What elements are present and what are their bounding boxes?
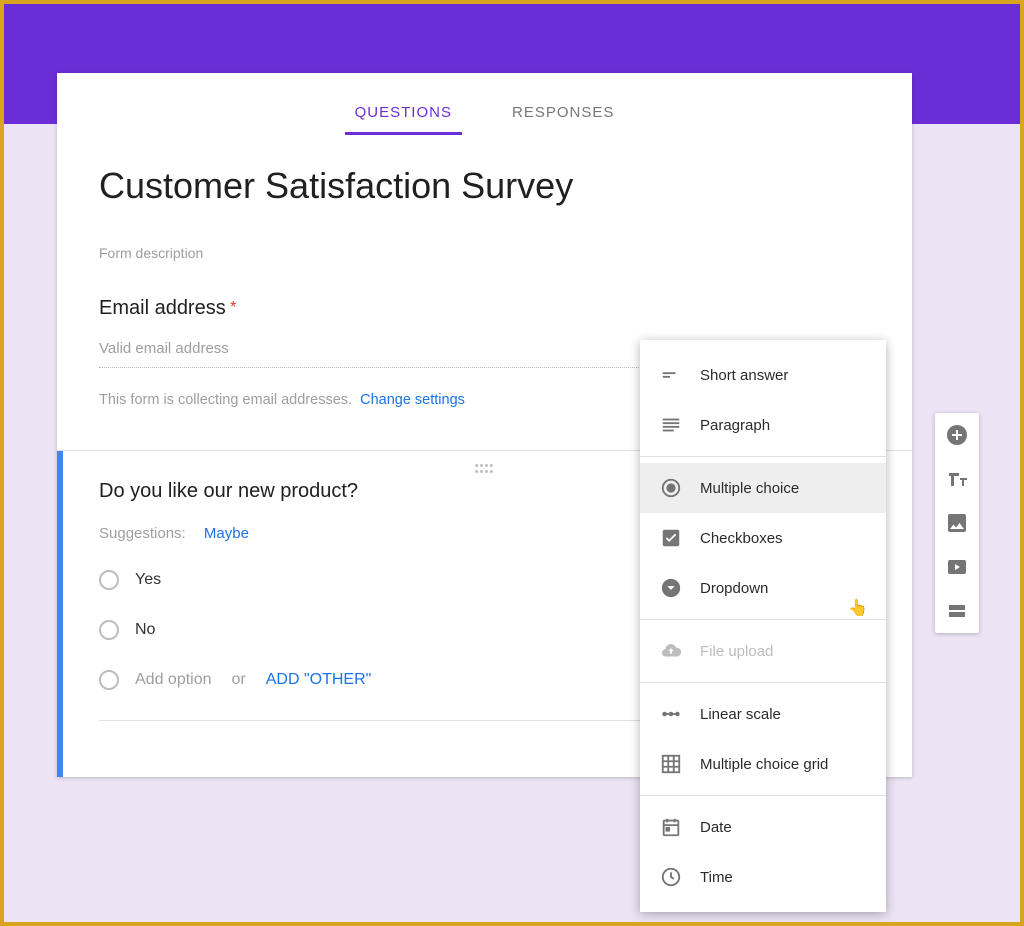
or-text: or [232,671,246,689]
menu-label: Short answer [700,367,788,384]
checkbox-icon [660,527,682,549]
calendar-icon [660,816,682,838]
menu-time[interactable]: Time [640,852,886,902]
menu-date[interactable]: Date [640,802,886,852]
suggestion-maybe[interactable]: Maybe [204,525,249,542]
collect-note-text: This form is collecting email addresses. [99,392,352,408]
drag-handle-icon[interactable]: •••••••• [475,463,494,475]
short-answer-icon [660,364,682,386]
add-image-button[interactable] [945,511,969,535]
menu-label: Dropdown [700,580,768,597]
cloud-upload-icon [660,640,682,662]
add-section-button[interactable] [945,599,969,623]
add-option-text[interactable]: Add option [135,671,212,689]
option-label: Yes [135,571,161,589]
form-tabs: QUESTIONS RESPONSES [57,73,912,135]
clock-icon [660,866,682,888]
email-address-label: Email address [99,297,226,319]
radio-icon [99,620,119,640]
side-toolbar [935,413,979,633]
required-asterisk: * [230,299,236,316]
menu-label: File upload [700,643,773,660]
menu-separator [640,682,886,683]
menu-label: Paragraph [700,417,770,434]
dropdown-icon [660,577,682,599]
menu-separator [640,795,886,796]
add-question-button[interactable] [945,423,969,447]
question-type-menu: Short answer Paragraph Multiple choice 👆… [640,340,886,912]
tab-responses[interactable]: RESPONSES [502,104,624,135]
menu-file-upload: File upload [640,626,886,676]
suggestions-label: Suggestions: [99,525,186,542]
linear-scale-icon [660,703,682,725]
form-description[interactable]: Form description [99,245,870,261]
menu-label: Date [700,819,732,836]
menu-label: Time [700,869,733,886]
menu-short-answer[interactable]: Short answer [640,350,886,400]
menu-dropdown[interactable]: Dropdown [640,563,886,613]
radio-icon [660,477,682,499]
menu-multiple-choice-grid[interactable]: Multiple choice grid [640,739,886,789]
add-title-button[interactable] [945,467,969,491]
menu-checkboxes[interactable]: Checkboxes [640,513,886,563]
menu-label: Linear scale [700,706,781,723]
grid-icon [660,753,682,775]
menu-separator [640,456,886,457]
menu-separator [640,619,886,620]
tab-questions[interactable]: QUESTIONS [345,104,462,135]
menu-label: Multiple choice [700,480,799,497]
menu-label: Multiple choice grid [700,756,828,773]
menu-label: Checkboxes [700,530,783,547]
radio-icon [99,670,119,690]
menu-linear-scale[interactable]: Linear scale [640,689,886,739]
change-settings-link[interactable]: Change settings [360,392,465,408]
paragraph-icon [660,414,682,436]
option-label: No [135,621,155,639]
menu-paragraph[interactable]: Paragraph [640,400,886,450]
radio-icon [99,570,119,590]
menu-multiple-choice[interactable]: Multiple choice 👆 [640,463,886,513]
form-title[interactable]: Customer Satisfaction Survey [99,165,870,207]
question-text[interactable]: Do you like our new product? [99,480,358,503]
add-video-button[interactable] [945,555,969,579]
email-input[interactable]: Valid email address [99,340,639,368]
add-other-link[interactable]: ADD "OTHER" [266,671,372,689]
